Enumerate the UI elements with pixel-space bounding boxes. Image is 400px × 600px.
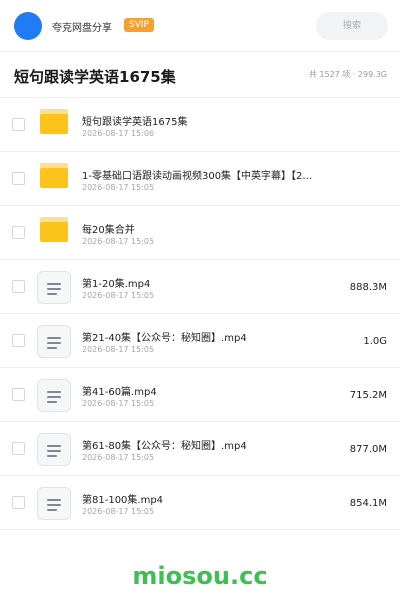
page-title: 短句跟读学英语1675集: [14, 68, 176, 86]
file-date: 2026-08-17 15:05: [82, 291, 155, 300]
folder-icon: [40, 217, 68, 242]
folder-icon: [40, 109, 68, 134]
file-list: 短句跟读学英语1675集 2026-08-17 15:06 1-零基础口语跟读动画视…: [0, 98, 400, 530]
file-date: 2026-08-17 15:05: [82, 237, 155, 246]
app-name: 夸克网盘分享: [52, 23, 112, 34]
file-date: 2026-08-17 15:05: [82, 183, 155, 192]
file-date: 2026-08-17 15:05: [82, 399, 155, 408]
file-name: 第41-60篇.mp4: [82, 387, 157, 398]
select-checkbox[interactable]: [12, 496, 25, 509]
select-checkbox[interactable]: [12, 334, 25, 347]
file-size: 877.0M: [349, 444, 387, 455]
file-name: 第81-100集.mp4: [82, 495, 164, 506]
file-date: 2026-08-17 15:06: [82, 129, 155, 138]
select-checkbox[interactable]: [12, 280, 25, 293]
file-row[interactable]: 1-零基础口语跟读动画视频300集【中英字幕】【2… 2026-08-17 15:…: [0, 152, 400, 206]
select-checkbox[interactable]: [12, 388, 25, 401]
video-file-icon: [37, 271, 71, 304]
file-name: 短句跟读学英语1675集: [82, 117, 188, 128]
file-name: 1-零基础口语跟读动画视频300集【中英字幕】【2…: [82, 171, 313, 182]
file-date: 2026-08-17 15:05: [82, 507, 155, 516]
select-checkbox[interactable]: [12, 172, 25, 185]
search-button[interactable]: 搜索: [316, 12, 388, 40]
file-size: 854.1M: [349, 498, 387, 509]
watermark: miosou.cc: [132, 562, 268, 590]
select-checkbox[interactable]: [12, 118, 25, 131]
file-row[interactable]: 第61-80集【公众号：秘知圈】.mp4 2026-08-17 15:05 877.…: [0, 422, 400, 476]
avatar[interactable]: [14, 12, 42, 40]
file-row[interactable]: 第21-40集【公众号：秘知圈】.mp4 2026-08-17 15:05 1.0G: [0, 314, 400, 368]
file-row[interactable]: 第41-60篇.mp4 2026-08-17 15:05 715.2M: [0, 368, 400, 422]
file-row[interactable]: 短句跟读学英语1675集 2026-08-17 15:06: [0, 98, 400, 152]
file-size: 715.2M: [349, 390, 387, 401]
file-size: 1.0G: [363, 336, 387, 347]
file-name: 每20集合并: [82, 225, 135, 236]
video-file-icon: [37, 379, 71, 412]
title-row: 短句跟读学英语1675集 共 1527 项 · 299.3G: [0, 52, 400, 98]
video-file-icon: [37, 487, 71, 520]
folder-icon: [40, 163, 68, 188]
file-row[interactable]: 第81-100集.mp4 2026-08-17 15:05 854.1M: [0, 476, 400, 530]
file-name: 第1-20集.mp4: [82, 279, 151, 290]
video-file-icon: [37, 325, 71, 358]
svip-badge: SVIP: [124, 18, 154, 32]
select-checkbox[interactable]: [12, 442, 25, 455]
file-row[interactable]: 第1-20集.mp4 2026-08-17 15:05 888.3M: [0, 260, 400, 314]
top-bar: 夸克网盘分享 SVIP 搜索: [0, 0, 400, 52]
file-date: 2026-08-17 15:05: [82, 345, 155, 354]
select-checkbox[interactable]: [12, 226, 25, 239]
file-name: 第61-80集【公众号：秘知圈】.mp4: [82, 441, 247, 452]
file-size: 888.3M: [349, 282, 387, 293]
file-date: 2026-08-17 15:05: [82, 453, 155, 462]
file-name: 第21-40集【公众号：秘知圈】.mp4: [82, 333, 247, 344]
share-stats: 共 1527 项 · 299.3G: [308, 70, 387, 79]
video-file-icon: [37, 433, 71, 466]
file-row[interactable]: 每20集合并 2026-08-17 15:05: [0, 206, 400, 260]
